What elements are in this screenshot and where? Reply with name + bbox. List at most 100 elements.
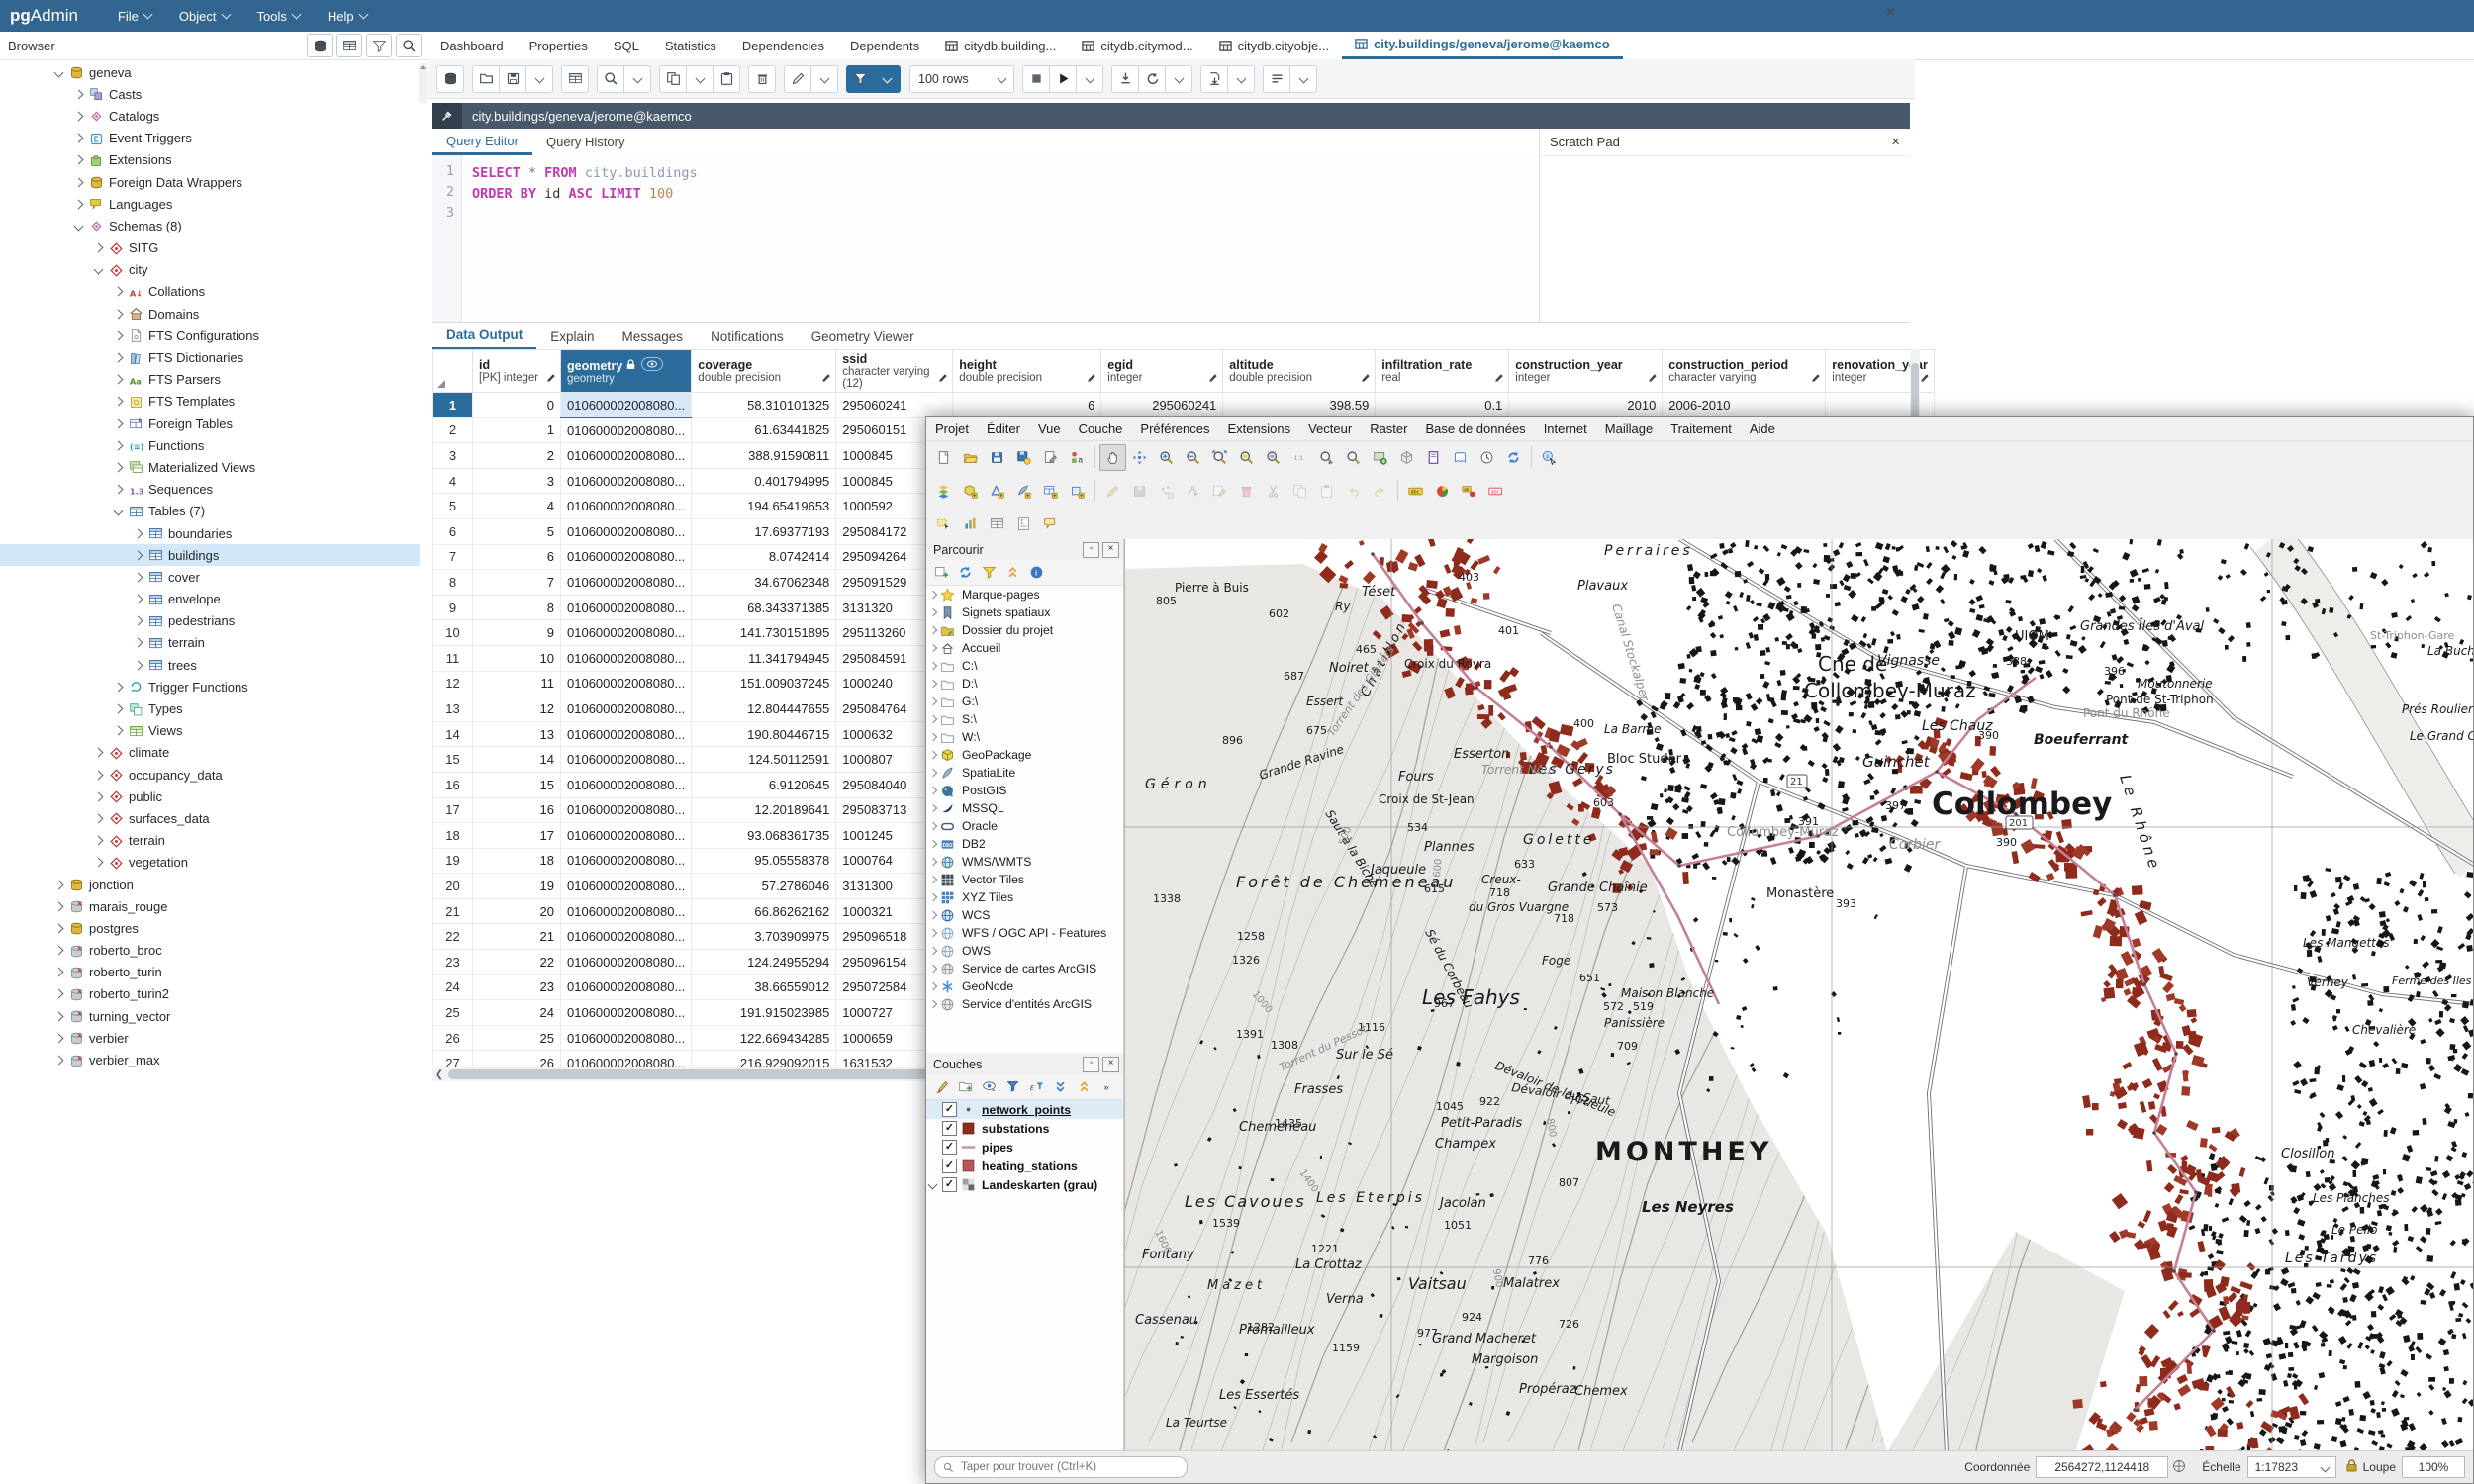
qgis-menu-base-de-donn-es[interactable]: Base de données [1416,421,1534,436]
caret-button[interactable] [1289,65,1317,93]
browser-item-d-[interactable]: D:\ [926,675,1123,693]
open-layer-styling-icon[interactable] [930,1076,952,1098]
tree-item-materialized-views[interactable]: Materialized Views [0,456,420,478]
manage-map-themes-icon[interactable] [978,1076,999,1098]
play-button[interactable] [1049,65,1077,93]
caret-button[interactable] [1165,65,1192,93]
layer-labeling-button[interactable]: abc [1402,478,1429,505]
new-shapefile-button[interactable] [984,478,1010,505]
browser-item-ows[interactable]: OWS [926,942,1123,960]
delete-selected-button[interactable] [1233,478,1260,505]
zoom-full-button[interactable] [1206,444,1233,471]
filter-legend-icon[interactable] [1001,1076,1023,1098]
identify-features-button[interactable]: i [1536,444,1563,471]
tree-item-pedestrians[interactable]: pedestrians [0,610,420,632]
column-header-egid[interactable]: egidinteger [1101,350,1223,393]
locator-search-input[interactable] [959,1460,1151,1474]
column-header-construction_year[interactable]: construction_yearinteger [1509,350,1663,393]
caret-button[interactable] [525,65,553,93]
zoom-layer-button[interactable] [1260,444,1286,471]
project-properties-button[interactable] [1037,444,1064,471]
panel-close-icon[interactable]: × [1102,1057,1119,1072]
tree-item-occupancy-data[interactable]: occupancy_data [0,764,420,786]
data-source-manager-button[interactable] [930,478,957,505]
field-calculator-button[interactable]: Σ [1010,510,1037,537]
rows-limit-select[interactable]: 100 rows [909,65,1014,93]
rollback-button[interactable] [1138,65,1166,93]
new-project-button[interactable] [930,444,957,471]
tree-item-marais-rouge[interactable]: xmarais_rouge [0,895,420,917]
lock-icon[interactable] [2346,1459,2357,1475]
layout-manager-button[interactable] [1447,444,1474,471]
qgis-menu-vue[interactable]: Vue [1029,421,1070,436]
tree-item-roberto-turin2[interactable]: xroberto_turin2 [0,983,420,1005]
pan-map-button[interactable] [1099,444,1126,471]
browser-item-signets-spatiaux[interactable]: Signets spatiaux [926,603,1123,621]
tree-item-fts-dictionaries[interactable]: FTS Dictionaries [0,346,420,368]
caret-button[interactable] [810,65,838,93]
layer-item-landeskarten-grau-[interactable]: ✓Landeskarten (grau) [926,1175,1123,1194]
tab-dependents[interactable]: Dependents [837,32,932,59]
sql-editor[interactable]: 123 SELECT * FROM city.buildingsORDER BY… [432,155,1539,322]
tree-item-sitg[interactable]: SITG [0,237,420,259]
filter-options-button[interactable] [873,65,901,93]
tree-item-postgres[interactable]: postgres [0,917,420,939]
expand-all-icon[interactable] [1049,1076,1071,1098]
tree-item-casts[interactable]: Casts [0,83,420,105]
layer-checkbox[interactable]: ✓ [942,1121,957,1136]
tab-query-history[interactable]: Query History [532,129,638,155]
qgis-menu-traitement[interactable]: Traitement [1662,421,1741,436]
tree-item-functions[interactable]: (≡)Functions [0,434,420,456]
browser-item-mssql[interactable]: MSSQL [926,799,1123,817]
qgis-menu-aide[interactable]: Aide [1741,421,1784,436]
browser-item-postgis[interactable]: PostGIS [926,782,1123,799]
caret-button[interactable] [623,65,651,93]
zoom-selection-button[interactable] [1233,444,1260,471]
column-header-id[interactable]: id[PK] integer [473,350,561,393]
tree-item-foreign-tables[interactable]: Foreign Tables [0,413,420,434]
qgis-menu-pr-f-rences[interactable]: Préférences [1131,421,1218,436]
menu-tools[interactable]: Tools [243,0,314,32]
menu-help[interactable]: Help [314,0,381,32]
open-file-button[interactable] [472,65,500,93]
layer-checkbox[interactable]: ✓ [942,1102,957,1117]
save-file-button[interactable] [499,65,526,93]
tree-item-turning-vector[interactable]: xturning_vector [0,1005,420,1027]
locator-search[interactable] [934,1456,1188,1478]
tree-item-schemas-8-[interactable]: Schemas (8) [0,215,420,236]
tree-item-city[interactable]: city [0,259,420,281]
output-tab-data-output[interactable]: Data Output [432,323,536,350]
tab-dependencies[interactable]: Dependencies [729,32,837,59]
tree-item-roberto-turin[interactable]: xroberto_turin [0,962,420,983]
qgis-menu-vecteur[interactable]: Vecteur [1299,421,1361,436]
temporal-control-button[interactable] [1474,444,1500,471]
qgis-menu-internet[interactable]: Internet [1535,421,1596,436]
layer-item-pipes[interactable]: ✓pipes [926,1138,1123,1157]
column-header-ssid[interactable]: ssidcharacter varying (12) [836,350,953,393]
browser-item-service-d-entit-s-arcgis[interactable]: Service d'entités ArcGIS [926,995,1123,1013]
browser-item-geonode[interactable]: GeoNode [926,977,1123,995]
refresh-map-button[interactable] [1500,444,1527,471]
browser-item-service-de-cartes-arcgis[interactable]: Service de cartes ArcGIS [926,960,1123,977]
tab-citydb-building-[interactable]: citydb.building... [932,32,1069,59]
paste-button[interactable] [713,65,740,93]
layer-checkbox[interactable]: ✓ [942,1177,957,1192]
filter-icon[interactable] [366,34,392,57]
menu-file[interactable]: File [104,0,165,32]
browser-item-spatialite[interactable]: SpatiaLite [926,764,1123,782]
browser-item-marque-pages[interactable]: Marque-pages [926,586,1123,603]
qgis-menu-maillage[interactable]: Maillage [1596,421,1662,436]
zoom-in-button[interactable] [1153,444,1180,471]
tree-item-catalogs[interactable]: Catalogs [0,105,420,127]
browser-item-s-[interactable]: S:\ [926,710,1123,728]
scroll-left-icon[interactable]: ❮ [432,1067,446,1081]
browser-item-vector-tiles[interactable]: Vector Tiles [926,871,1123,888]
tree-item-surfaces-data[interactable]: surfaces_data [0,807,420,829]
tree-item-verbier[interactable]: xverbier [0,1027,420,1049]
layer-diagram-button[interactable] [1429,478,1456,505]
output-tab-geometry-viewer[interactable]: Geometry Viewer [798,323,928,350]
tab-citydb-citymod-[interactable]: citydb.citymod... [1069,32,1205,59]
browser-item-g-[interactable]: G:\ [926,693,1123,710]
tree-item-vegetation[interactable]: vegetation [0,852,420,874]
change-label-button[interactable]: abc [1482,478,1509,505]
